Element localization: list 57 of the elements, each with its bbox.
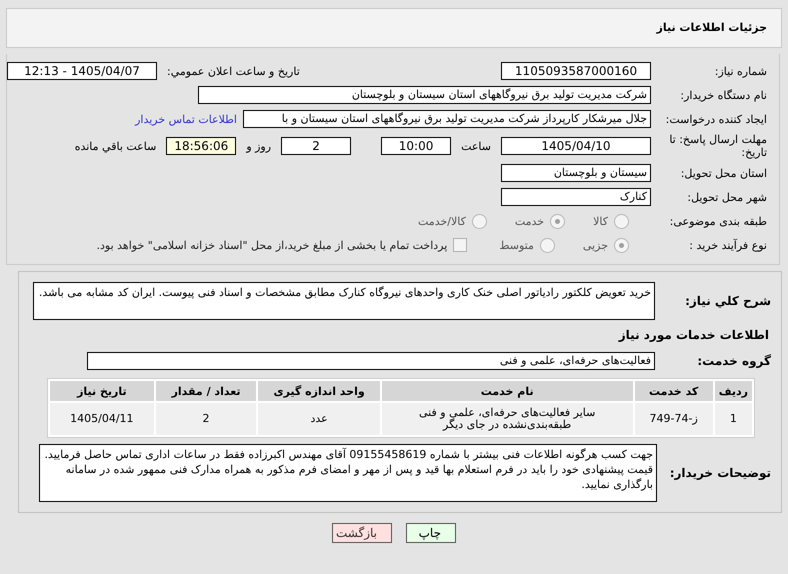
buyer-field: شرکت مدیریت تولید برق نیروگاههای استان سیستان و بلوچستان: [198, 86, 651, 104]
payment-note: پرداخت تمام یا بخشی از مبلغ خرید،از محل "اسناد خزانه اسلامی" خواهد بود.: [96, 238, 448, 252]
field-label: شرح کلي نیاز:: [684, 294, 772, 308]
column-header: ردیف: [714, 381, 752, 401]
radio-button[interactable]: [550, 214, 566, 228]
column-header: تعداد / مقدار: [156, 381, 256, 401]
remaining-time-field: 18:56:06: [166, 137, 236, 155]
back-button[interactable]: بازگشت: [332, 523, 392, 543]
table-cell: سایر فعالیت‌های حرفه‌ای، علمی و فنی طبقه‌بندی‌نشده در جای دیگر: [382, 403, 633, 435]
deadline-time-field: 10:00: [381, 137, 452, 155]
field-label: ایجاد کننده درخواست:: [664, 112, 768, 126]
deadline-date-field: 1405/04/10: [501, 137, 651, 155]
table-cell: 1: [714, 403, 752, 435]
creator-field: جلال میرشکار کارپرداز شرکت مدیریت تولید برق نیروگاههای استان سیستان و با: [243, 110, 651, 128]
field-label: شهر محل تحویل:: [686, 190, 768, 204]
city-field: کنارک: [501, 188, 651, 206]
field-label: شماره نیاز:: [714, 64, 768, 78]
field-label: ساعت باقي مانده: [74, 140, 158, 152]
page-title: جزئیات اطلاعات نیاز: [656, 21, 767, 34]
option-label: کالا: [593, 214, 608, 228]
option-label: متوسط: [499, 238, 534, 252]
announce-date-field: 1405/04/07 - 12:13: [7, 62, 157, 80]
notes-field: جهت کسب هرگونه اطلاعات فنی بیشتر با شماره 09155458619 آقای مهندس اکبرزاده فقط در ساعات اداری تماس حاصل فرمایید. قیمت پیشنهادی خود را باید در فرم استعلام بها قید و پس از مهر و امضای فرم مذکور به همراه مدارک فنی ممهور شده در سامانه بارگذاری نمایید.: [39, 444, 657, 502]
description-field: خرید تعویض کلکتور رادیاتور اصلی خنک کاری واحدهای نیروگاه کنارک مطابق مشخصات و اسناد فنی پیوست. ایران کد مشابه می باشد.: [33, 282, 655, 320]
field-label: مهلت ارسال پاسخ: تا تاریخ:: [668, 133, 768, 159]
field-label: روز و: [244, 140, 272, 152]
table-cell: 2: [156, 403, 256, 435]
field-label: توضیحات خریدار:: [668, 466, 772, 480]
field-label: استان محل تحویل:: [680, 166, 768, 180]
column-header: نام خدمت: [382, 381, 633, 401]
table-cell: عدد: [258, 403, 380, 435]
table-cell: 1405/04/11: [50, 403, 154, 435]
table-cell: ز-74-749: [634, 403, 713, 435]
need-number-field: 1105093587000160: [501, 62, 651, 80]
print-button[interactable]: چاپ: [406, 523, 456, 543]
service-group-field: فعالیت‌های حرفه‌ای، علمی و فنی: [87, 352, 655, 370]
buyer-contact-link[interactable]: اطلاعات تماس خریدار: [135, 112, 237, 126]
option-label: کالا/خدمت: [418, 214, 466, 228]
field-label: ساعت: [460, 140, 492, 152]
radio-button[interactable]: [614, 238, 629, 252]
field-label: تاریخ و ساعت اعلان عمومي:: [166, 64, 300, 78]
option-label: خدمت: [514, 214, 544, 228]
field-label: گروه خدمت:: [696, 354, 772, 368]
field-label: طبقه بندی موضوعی:: [668, 214, 768, 228]
column-header: واحد اندازه گیری: [258, 381, 380, 401]
province-field: سیستان و بلوچستان: [501, 164, 651, 182]
column-header: کد خدمت: [634, 381, 713, 401]
checkbox[interactable]: [453, 238, 468, 252]
radio-button[interactable]: [472, 214, 487, 228]
days-field: 2: [281, 137, 352, 155]
field-label: نام دستگاه خریدار:: [679, 88, 768, 102]
option-label: جزیی: [582, 238, 608, 252]
section-title: اطلاعات خدمات مورد نیاز: [617, 327, 770, 344]
radio-button[interactable]: [614, 214, 629, 228]
field-label: نوع فرآیند خرید :: [688, 238, 768, 252]
radio-button[interactable]: [540, 238, 555, 252]
column-header: تاریخ نیاز: [50, 381, 154, 401]
